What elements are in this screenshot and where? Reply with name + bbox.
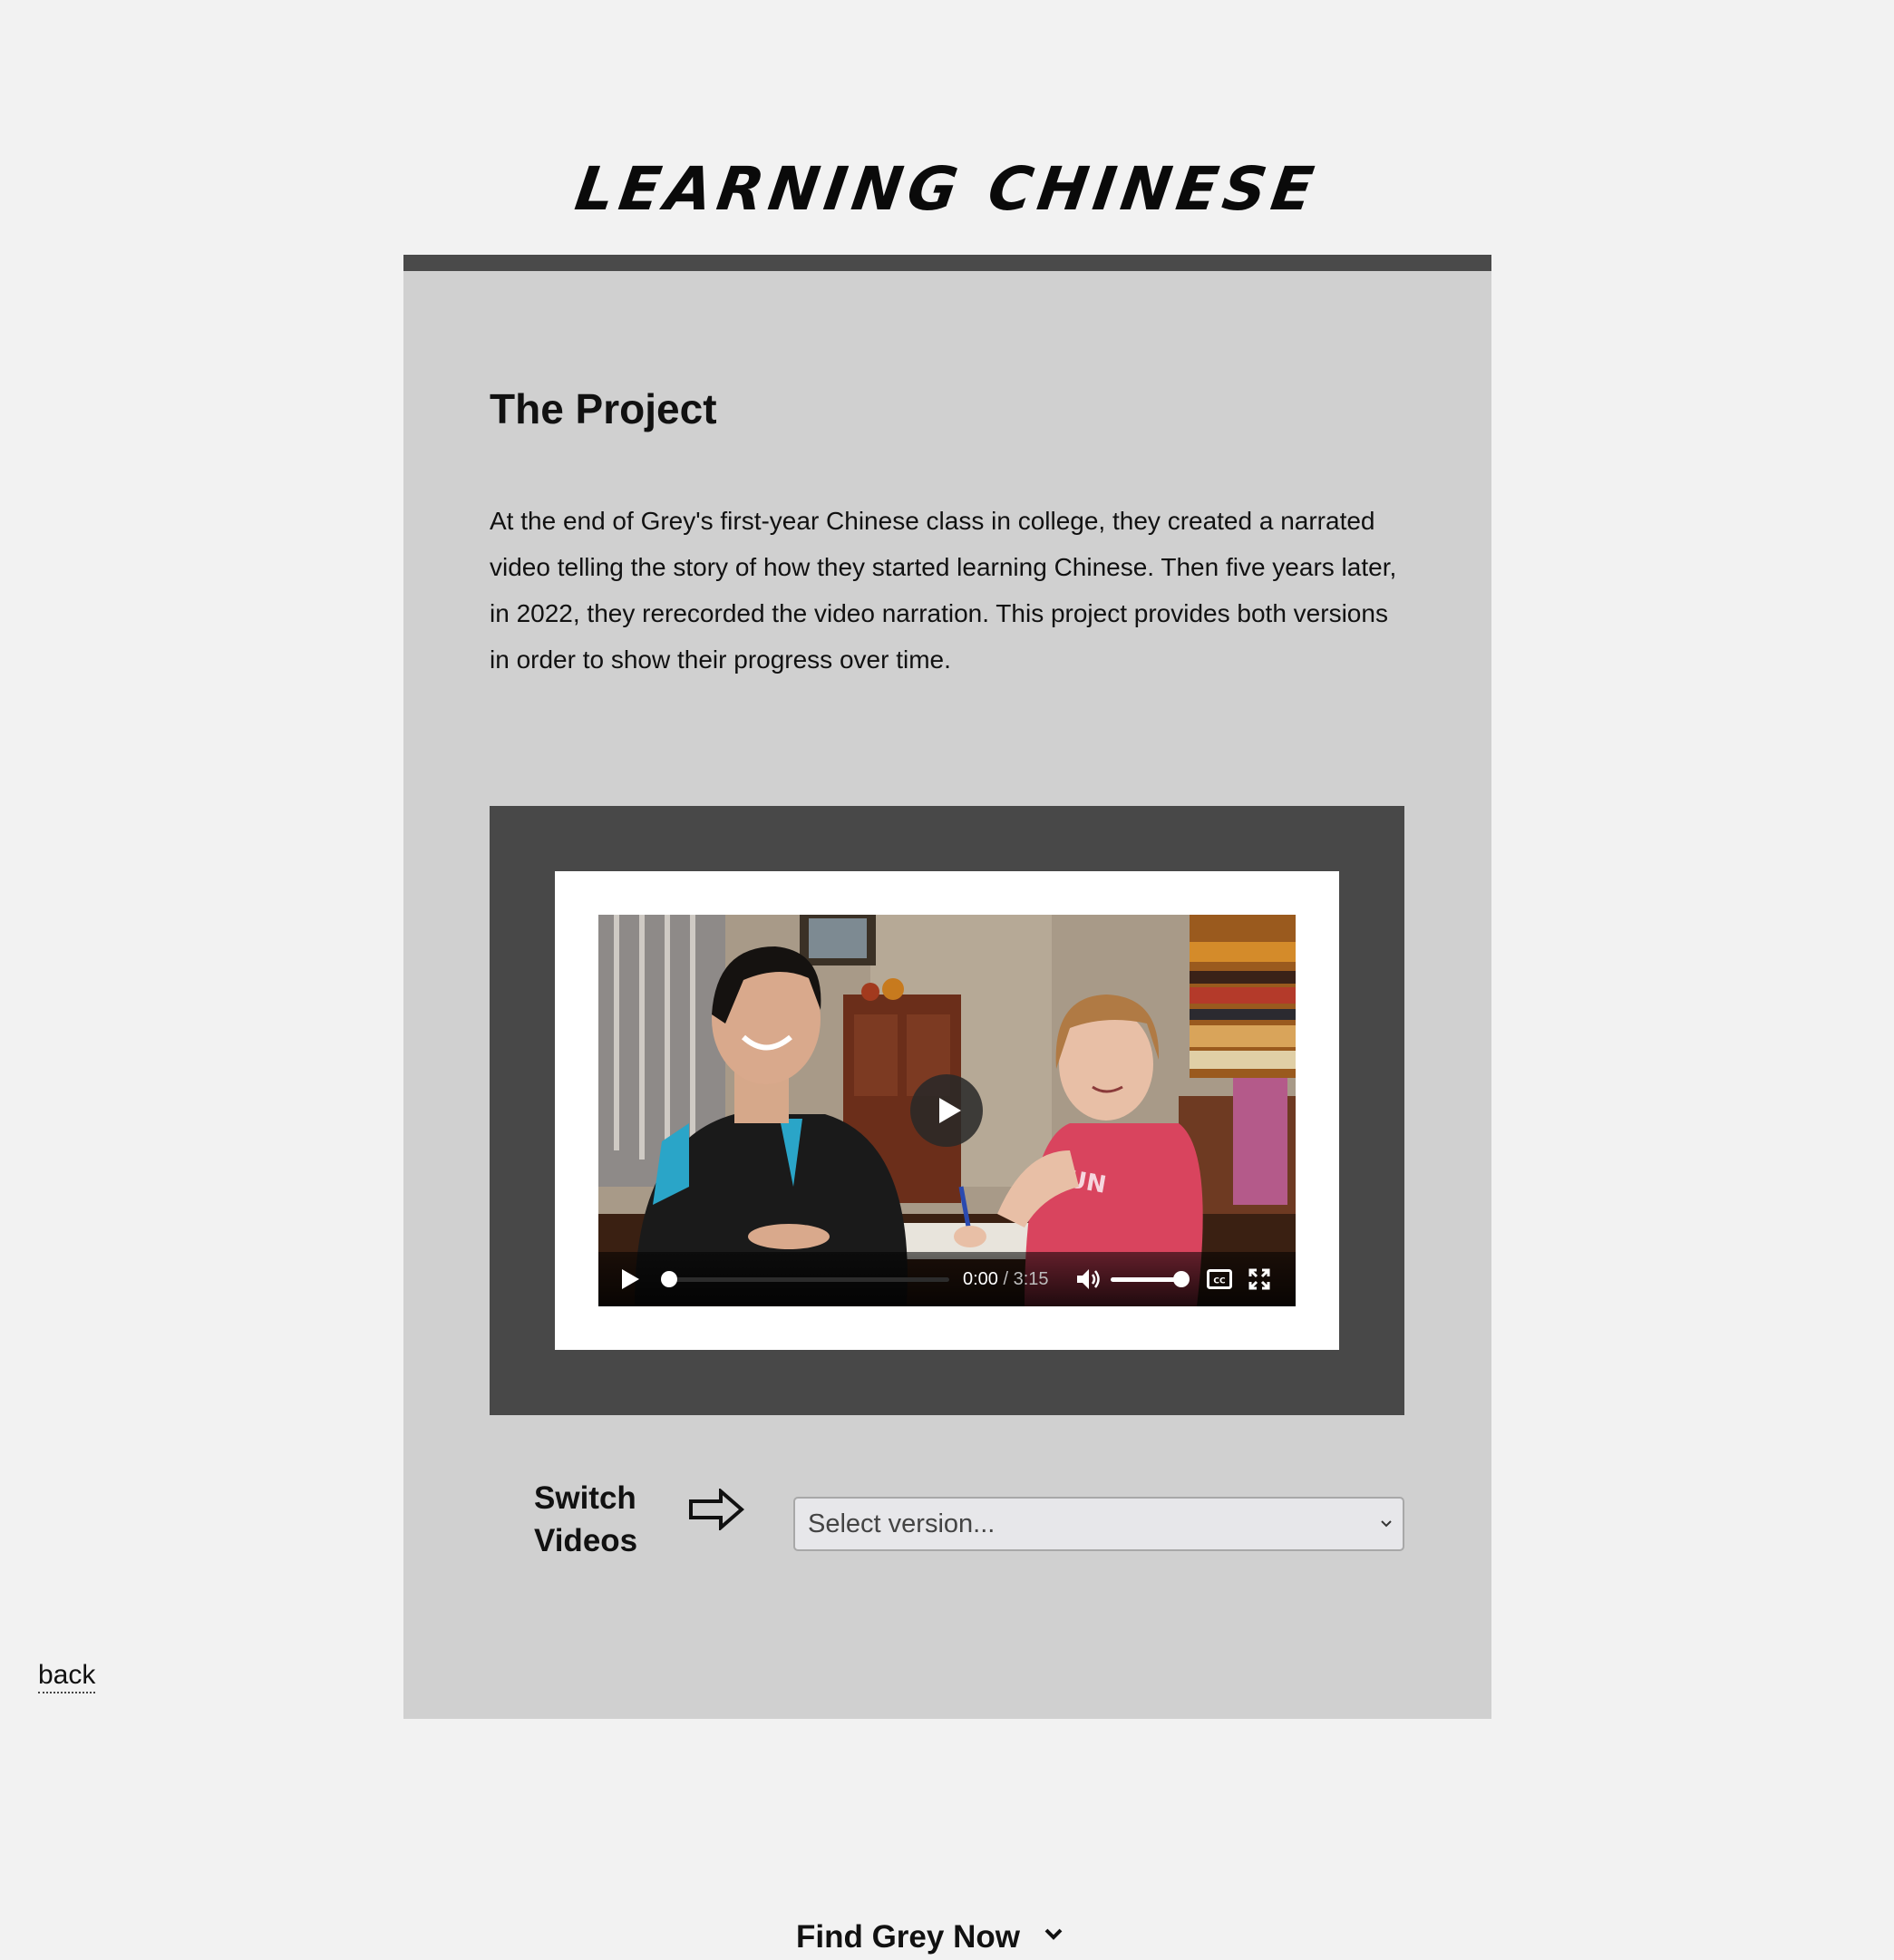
video-frame-inner: FUN 0:00 / 3:15 CC: [555, 871, 1339, 1350]
video-frame-outer: FUN 0:00 / 3:15 CC: [490, 806, 1404, 1415]
video-controls: 0:00 / 3:15 CC: [598, 1252, 1296, 1306]
time-display: 0:00 / 3:15: [963, 1252, 1049, 1306]
section-heading: The Project: [490, 385, 717, 432]
find-grey-now-label: Find Grey Now: [796, 1919, 1020, 1955]
site-title: LEARNING CHINESE: [570, 154, 1324, 224]
play-icon: [939, 1098, 961, 1123]
version-select[interactable]: Select version...: [793, 1497, 1404, 1551]
mute-button[interactable]: [1073, 1252, 1103, 1306]
duration: 3:15: [1013, 1269, 1049, 1289]
big-play-button[interactable]: [910, 1074, 983, 1147]
project-description: At the end of Grey's first-year Chinese …: [490, 507, 1397, 674]
volume-level: [1111, 1277, 1181, 1282]
chevron-down-icon: [1044, 1928, 1063, 1940]
play-icon: [622, 1269, 639, 1289]
main-panel: The Project At the end of Grey's first-y…: [403, 255, 1491, 1955]
volume-slider[interactable]: [1111, 1271, 1190, 1287]
volume-handle[interactable]: [1172, 1271, 1190, 1287]
svg-text:CC: CC: [1213, 1277, 1226, 1286]
captions-icon: CC: [1207, 1269, 1232, 1289]
fullscreen-icon: [1248, 1268, 1270, 1290]
video-player[interactable]: FUN 0:00 / 3:15 CC: [598, 915, 1296, 1306]
time-separator: /: [997, 1269, 1014, 1289]
version-select-value: Select version...: [808, 1509, 996, 1538]
volume-icon: [1077, 1269, 1100, 1289]
current-time: 0:00: [963, 1269, 998, 1289]
play-button[interactable]: [615, 1252, 646, 1306]
back-link[interactable]: back: [38, 1659, 96, 1693]
right-arrow-icon: [689, 1489, 744, 1530]
progress-handle[interactable]: [661, 1271, 677, 1287]
switch-videos-label: Switch Videos: [534, 1480, 638, 1558]
captions-button[interactable]: CC: [1204, 1252, 1235, 1306]
progress-bar[interactable]: [661, 1271, 949, 1287]
fullscreen-button[interactable]: [1244, 1252, 1275, 1306]
chevron-down-icon: [1381, 1520, 1392, 1528]
